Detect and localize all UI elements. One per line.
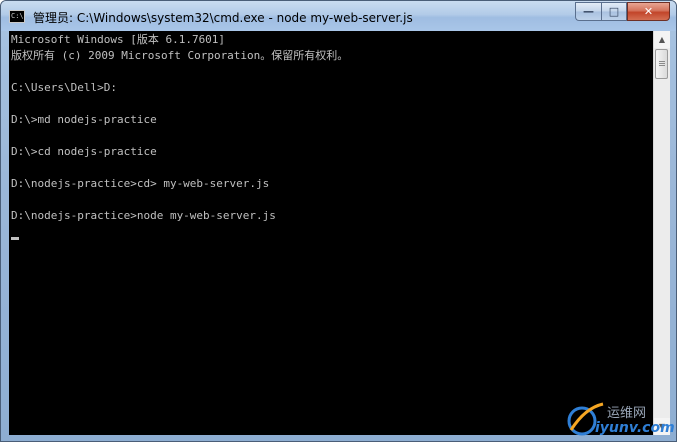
grip-line xyxy=(659,61,665,62)
title-bar[interactable]: C:\ 管理员: C:\Windows\system32\cmd.exe - n… xyxy=(1,1,676,31)
cmd-window: C:\ 管理员: C:\Windows\system32\cmd.exe - n… xyxy=(0,0,677,442)
console-line: Microsoft Windows [版本 6.1.7601] xyxy=(11,33,226,46)
minimize-button[interactable]: — xyxy=(575,2,601,21)
close-button[interactable]: ✕ xyxy=(627,2,670,21)
console-line: D:\>cd nodejs-practice xyxy=(11,145,157,158)
scroll-thumb[interactable] xyxy=(655,49,668,79)
console-line: C:\Users\Dell>D: xyxy=(11,81,117,94)
scroll-up-arrow-icon[interactable]: ▲ xyxy=(654,31,670,48)
console-output[interactable]: Microsoft Windows [版本 6.1.7601] 版权所有 (c)… xyxy=(9,31,653,435)
vertical-scrollbar[interactable]: ▲ ▼ xyxy=(653,31,670,435)
console-line: D:\>md nodejs-practice xyxy=(11,113,157,126)
console-line: D:\nodejs-practice>cd> my-web-server.js xyxy=(11,177,270,190)
window-title: 管理员: C:\Windows\system32\cmd.exe - node … xyxy=(33,11,413,25)
grip-line xyxy=(659,63,665,64)
text-cursor xyxy=(11,237,19,240)
watermark: 运维网 iyunv.com xyxy=(565,398,675,438)
window-controls: — □ ✕ xyxy=(575,2,670,21)
console-line: 版权所有 (c) 2009 Microsoft Corporation。保留所有… xyxy=(11,49,349,62)
grip-line xyxy=(659,65,665,66)
maximize-button[interactable]: □ xyxy=(601,2,627,21)
console-line: D:\nodejs-practice>node my-web-server.js xyxy=(11,209,276,222)
watermark-chinese: 运维网 xyxy=(607,406,647,421)
cmd-app-icon[interactable]: C:\ xyxy=(9,10,25,23)
watermark-domain: iyunv.com xyxy=(595,420,675,436)
